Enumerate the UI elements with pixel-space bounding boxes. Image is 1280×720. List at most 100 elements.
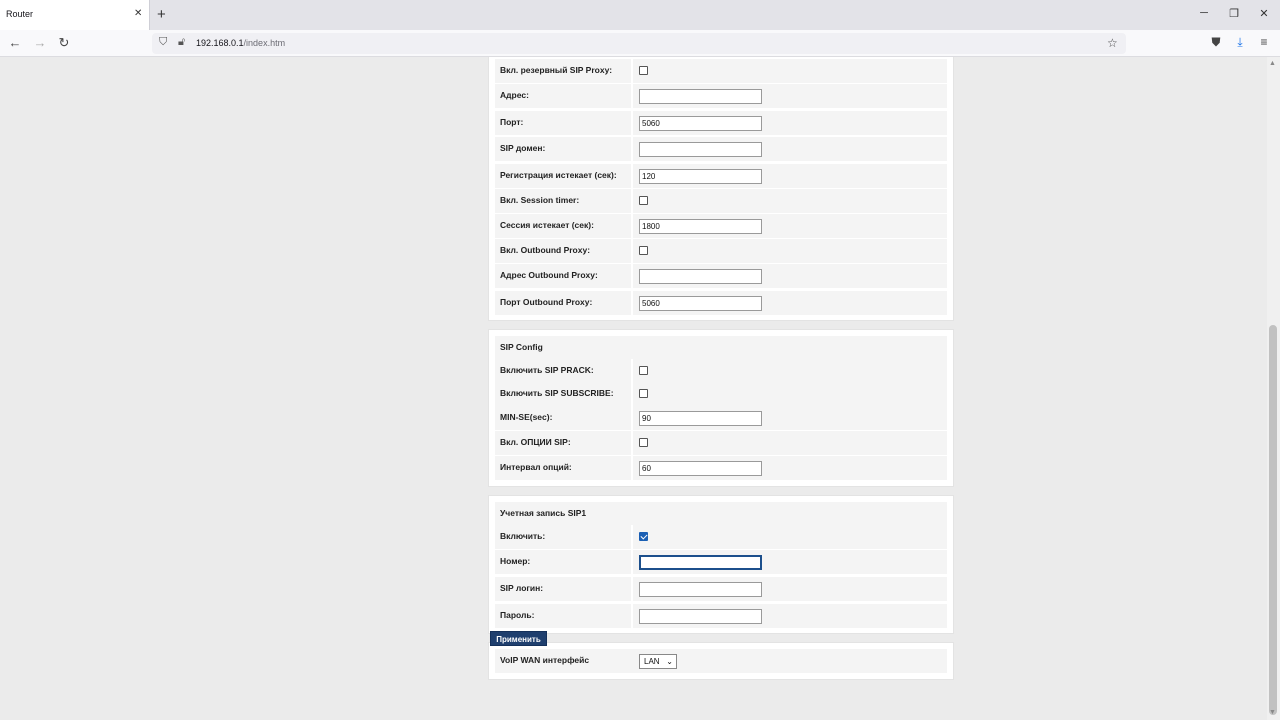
form-row: Вкл. Outbound Proxy:	[495, 239, 947, 263]
row-divider	[631, 406, 633, 430]
text-field[interactable]	[639, 142, 762, 157]
row-divider	[631, 84, 633, 108]
row-divider	[631, 137, 633, 161]
lock-icon[interactable]: 🔓︎	[178, 36, 185, 49]
row-divider	[631, 359, 633, 383]
field-label: Номер:	[500, 556, 531, 566]
field-label: Порт:	[500, 117, 524, 127]
proxy-settings-panel: Вкл. резервный SIP Proxy: Адрес: Порт: SIP …	[488, 57, 954, 321]
sip-account-panel: Учетная запись SIP1 Включить: Номер: SIP л…	[488, 495, 954, 634]
field-label: MIN-SE(sec):	[500, 412, 553, 422]
wan-interface-select[interactable]: LAN ⌄	[639, 654, 677, 669]
scroll-up-icon[interactable]: ▲	[1269, 60, 1276, 67]
scroll-thumb[interactable]	[1269, 325, 1277, 715]
field-label: Регистрация истекает (сек):	[500, 170, 617, 180]
row-divider	[631, 291, 633, 315]
field-label: Включить SIP SUBSCRIBE:	[500, 388, 614, 398]
field-label: SIP логин:	[500, 583, 544, 593]
apply-button[interactable]: Применить	[490, 631, 547, 646]
row-divider	[631, 164, 633, 188]
scroll-down-icon[interactable]: ▼	[1269, 709, 1276, 716]
shield-icon[interactable]: ⛉	[159, 36, 167, 49]
form-row: Включить SIP PRACK:	[495, 359, 947, 383]
form-row: Интервал опций:	[495, 456, 947, 480]
form-row: Адрес Outbound Proxy:	[495, 264, 947, 288]
form-row: Адрес:	[495, 84, 947, 108]
forward-icon[interactable]: →	[32, 35, 48, 50]
text-field[interactable]	[639, 169, 762, 184]
form-row: Сессия истекает (сек):	[495, 214, 947, 238]
row-divider	[631, 189, 633, 213]
form-row: Регистрация истекает (сек):	[495, 164, 947, 188]
field-label: Вкл. Session timer:	[500, 195, 580, 205]
form-row: Включить:	[495, 525, 947, 549]
row-divider	[631, 239, 633, 263]
row-divider	[631, 264, 633, 288]
form-row: Вкл. ОПЦИИ SIP:	[495, 431, 947, 455]
checkbox[interactable]	[639, 438, 648, 447]
back-icon[interactable]: ←	[7, 35, 23, 50]
field-label: Вкл. резервный SIP Proxy:	[500, 65, 613, 75]
form-row: Порт Outbound Proxy:	[495, 291, 947, 315]
section-header: Учетная запись SIP1	[495, 502, 947, 526]
form-row: Номер:	[495, 550, 947, 574]
vertical-scrollbar[interactable]: ▲ ▼	[1267, 57, 1280, 720]
reload-icon[interactable]: ↻	[56, 35, 72, 51]
voip-wan-panel: VoIP WAN интерфейс LAN ⌄	[488, 642, 954, 680]
field-label: Пароль:	[500, 610, 535, 620]
close-window-icon[interactable]: ✕	[1256, 7, 1272, 20]
text-field[interactable]	[639, 296, 762, 311]
row-divider	[631, 525, 633, 549]
field-label: SIP домен:	[500, 143, 546, 153]
form-row: Вкл. резервный SIP Proxy:	[495, 59, 947, 83]
field-label: Адрес:	[500, 90, 529, 100]
new-tab-icon[interactable]: +	[157, 6, 166, 23]
download-icon[interactable]: ⤓	[1232, 35, 1248, 50]
menu-icon[interactable]: ≡	[1256, 35, 1272, 49]
checkbox[interactable]	[639, 366, 648, 375]
minimize-icon[interactable]: ─	[1196, 7, 1212, 19]
field-label: Интервал опций:	[500, 462, 572, 472]
text-field[interactable]	[639, 116, 762, 131]
text-field[interactable]	[639, 219, 762, 234]
text-field[interactable]	[639, 609, 762, 624]
row-divider	[631, 456, 633, 480]
row-divider	[631, 577, 633, 601]
form-row: SIP логин:	[495, 577, 947, 601]
url-bar[interactable]: ⛉ 🔓︎ 192.168.0.1/index.htm ☆	[152, 33, 1126, 54]
text-field[interactable]	[639, 555, 762, 570]
restore-icon[interactable]: ❐	[1226, 7, 1242, 20]
text-field[interactable]	[639, 269, 762, 284]
row-divider	[631, 431, 633, 455]
checkbox[interactable]	[639, 532, 648, 541]
field-label: Адрес Outbound Proxy:	[500, 270, 598, 280]
form-row: MIN-SE(sec):	[495, 406, 947, 430]
navigation-bar: ← → ↻ ⛉ 🔓︎ 192.168.0.1/index.htm ☆ ⛊ ⤓ ≡	[0, 30, 1280, 57]
browser-tab[interactable]: Router ✕	[0, 0, 150, 30]
tab-bar: Router ✕ + ─ ❐ ✕	[0, 0, 1280, 30]
checkbox[interactable]	[639, 389, 648, 398]
tab-title: Router	[6, 9, 34, 19]
pocket-icon[interactable]: ⛊	[1208, 35, 1224, 50]
row-divider	[631, 382, 633, 406]
checkbox[interactable]	[639, 66, 648, 75]
text-field[interactable]	[639, 582, 762, 597]
field-label: Включить SIP PRACK:	[500, 365, 594, 375]
form-row: Пароль:	[495, 604, 947, 628]
text-field[interactable]	[639, 89, 762, 104]
text-field[interactable]	[639, 411, 762, 426]
wan-interface-value: LAN	[644, 657, 660, 666]
form-row: Порт:	[495, 111, 947, 135]
field-label: Сессия истекает (сек):	[500, 220, 594, 230]
checkbox[interactable]	[639, 196, 648, 205]
url-text[interactable]: 192.168.0.1/index.htm	[196, 38, 285, 48]
form-row: SIP домен:	[495, 137, 947, 161]
section-title: Учетная запись SIP1	[500, 508, 587, 518]
url-host: 192.168.0.1	[196, 38, 244, 48]
url-path: /index.htm	[243, 38, 286, 48]
close-tab-icon[interactable]: ✕	[134, 8, 142, 19]
text-field[interactable]	[639, 461, 762, 476]
row-divider	[631, 111, 633, 135]
checkbox[interactable]	[639, 246, 648, 255]
bookmark-star-icon[interactable]: ☆	[1107, 36, 1118, 50]
